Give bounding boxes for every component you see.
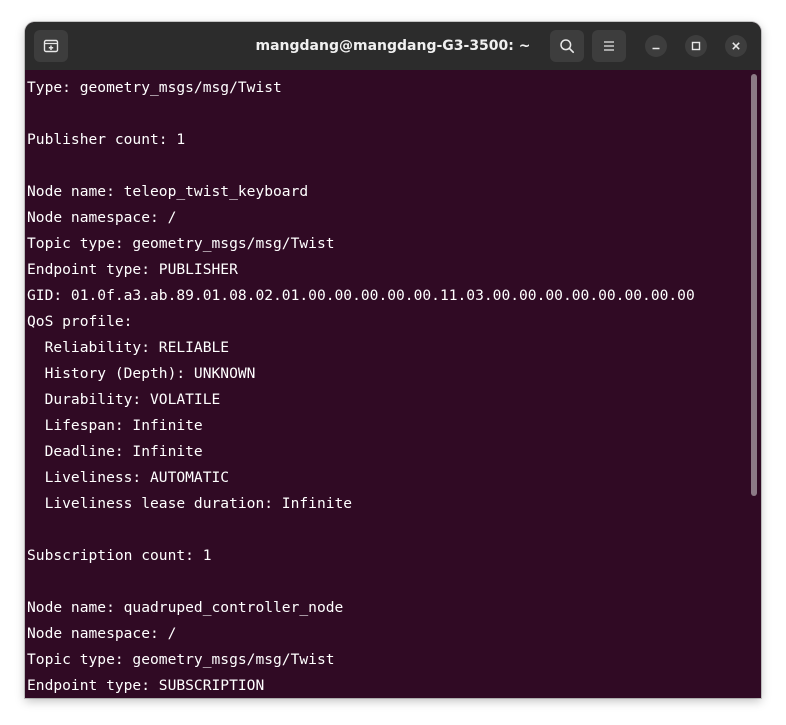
- terminal-line: Liveliness lease duration: Infinite: [27, 495, 353, 512]
- terminal-line: Subscription count: 1: [27, 547, 212, 564]
- close-button[interactable]: [725, 35, 747, 57]
- terminal-line: Topic type: geometry_msgs/msg/Twist: [27, 651, 335, 668]
- terminal-line: Node name: quadruped_controller_node: [27, 599, 344, 616]
- new-tab-button[interactable]: [34, 30, 68, 62]
- terminal-line: Deadline: Infinite: [27, 443, 203, 460]
- terminal-line: Endpoint type: SUBSCRIPTION: [27, 677, 265, 694]
- terminal-line: Durability: VOLATILE: [27, 391, 221, 408]
- terminal-window: mangdang@mangdang-G3-3500: ~ Type: geome…: [25, 22, 761, 698]
- terminal-output[interactable]: Type: geometry_msgs/msg/Twist Publisher …: [25, 70, 761, 698]
- minimize-button[interactable]: [645, 35, 667, 57]
- terminal-line: Topic type: geometry_msgs/msg/Twist: [27, 235, 335, 252]
- new-tab-icon: [43, 38, 59, 54]
- title-bar[interactable]: mangdang@mangdang-G3-3500: ~: [25, 22, 761, 70]
- terminal-line: GID: 01.0f.a3.ab.89.01.08.02.01.00.00.00…: [27, 287, 695, 304]
- search-icon: [559, 38, 575, 54]
- search-button[interactable]: [550, 30, 584, 62]
- terminal-line: Node namespace: /: [27, 209, 177, 226]
- maximize-button[interactable]: [685, 35, 707, 57]
- close-icon: [731, 41, 741, 51]
- scrollbar-thumb[interactable]: [751, 74, 757, 496]
- menu-button[interactable]: [592, 30, 626, 62]
- terminal-line: History (Depth): UNKNOWN: [27, 365, 256, 382]
- terminal-line: Endpoint type: PUBLISHER: [27, 261, 238, 278]
- terminal-line: Liveliness: AUTOMATIC: [27, 469, 230, 486]
- terminal-line: Reliability: RELIABLE: [27, 339, 230, 356]
- hamburger-menu-icon: [602, 39, 616, 53]
- terminal-line: Node name: teleop_twist_keyboard: [27, 183, 309, 200]
- terminal-line: QoS profile:: [27, 313, 133, 330]
- scrollbar[interactable]: [750, 74, 758, 694]
- terminal-line: Publisher count: 1: [27, 131, 186, 148]
- minimize-icon: [651, 41, 661, 51]
- maximize-icon: [691, 41, 701, 51]
- terminal-line: Node namespace: /: [27, 625, 177, 642]
- terminal-line: Type: geometry_msgs/msg/Twist: [27, 79, 282, 96]
- terminal-line: Lifespan: Infinite: [27, 417, 203, 434]
